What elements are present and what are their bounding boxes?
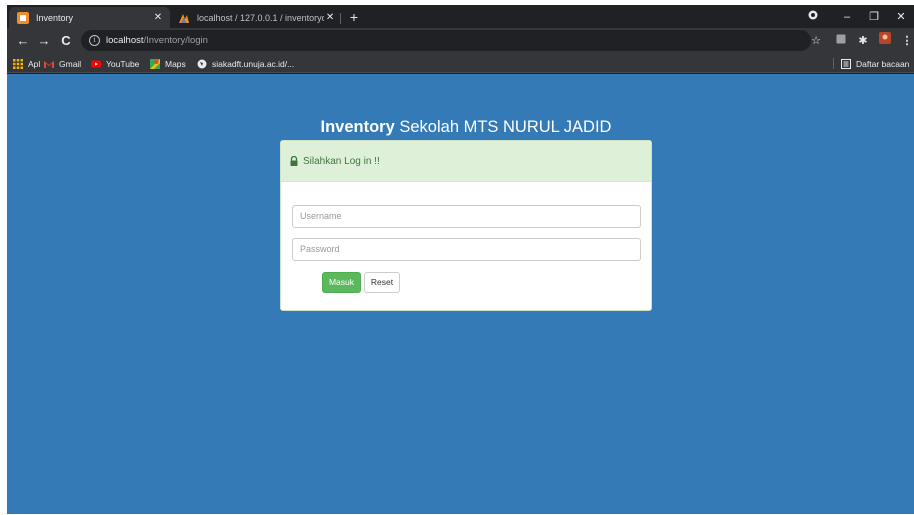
close-tab-icon[interactable]: ✕ [324,12,336,23]
url-host: localhost [106,35,144,46]
reset-button[interactable]: Reset [364,272,400,293]
reading-list-label: Daftar bacaan [856,58,910,69]
login-panel-title: Silahkan Log in !! [303,155,380,167]
phpmyadmin-favicon-icon [179,13,189,23]
tab-inventory[interactable]: Inventory ✕ [9,7,170,28]
browser-menu-icon[interactable]: ⋮ [897,31,914,51]
window-close-button[interactable]: ✕ [890,7,912,27]
gmail-icon [44,60,54,68]
bookmark-star-icon[interactable]: ☆ [806,31,826,51]
lock-icon [290,156,298,166]
apps-grid-icon [13,58,23,69]
minimize-button[interactable]: – [836,7,858,27]
forward-button[interactable]: → [34,31,54,51]
bookmark-maps[interactable]: Maps [150,56,186,71]
extension-square-icon [836,34,846,44]
bookmark-siakad[interactable]: siakadft.unuja.ac.id/... [197,56,294,71]
login-button[interactable]: Masuk [322,272,361,293]
reload-button[interactable]: C [56,31,76,51]
tab-title: Inventory [36,12,74,23]
extensions-puzzle-icon[interactable]: ✱ [853,31,873,51]
back-button[interactable]: ← [13,31,33,51]
bookmark-label: Gmail [59,58,82,69]
tab-strip: Inventory ✕ localhost / 127.0.0.1 / inve… [7,5,914,28]
bookmarks-divider [833,58,834,69]
close-tab-icon[interactable]: ✕ [152,12,164,23]
site-info-icon[interactable]: i [89,35,100,46]
page-title-bold: Inventory [320,118,395,136]
inventory-favicon-icon [17,11,29,24]
bookmark-youtube[interactable]: YouTube [91,56,139,71]
address-bar[interactable]: i localhost/Inventory/login [81,30,811,51]
tab-title: localhost / 127.0.0.1 / inventoryo [197,12,325,23]
extension-icon[interactable] [831,31,851,51]
youtube-icon [91,60,101,67]
new-tab-button[interactable]: + [344,7,364,27]
page-title-rest: Sekolah MTS NURUL JADID [394,118,612,136]
maps-icon [150,58,160,69]
profile-icon[interactable] [802,7,824,27]
bookmark-apps[interactable]: Apl [13,56,40,71]
bookmark-label: YouTube [106,58,140,69]
reading-list-icon [841,58,851,69]
page-title: Inventory Sekolah MTS NURUL JADID [280,118,652,137]
browser-window: Inventory ✕ localhost / 127.0.0.1 / inve… [7,5,914,514]
avatar-image-icon [879,32,891,44]
bookmark-label: Apl [28,58,41,69]
login-panel: Silahkan Log in !! Username Password Mas… [280,140,652,311]
username-input[interactable]: Username [292,205,641,228]
browser-toolbar: ← → C i localhost/Inventory/login ☆ ✱ ⋮ [7,28,914,54]
profile-circle-icon [808,10,818,20]
page-viewport: Inventory Sekolah MTS NURUL JADID Silahk… [7,74,914,514]
tab-divider [340,13,341,24]
bookmark-label: siakadft.unuja.ac.id/... [212,58,295,69]
bookmark-gmail[interactable]: Gmail [44,56,81,71]
login-panel-header: Silahkan Log in !! [281,141,651,182]
profile-avatar-icon[interactable] [875,31,895,51]
bookmark-label: Maps [165,58,186,69]
password-input[interactable]: Password [292,238,641,261]
restore-button[interactable]: ❐ [863,7,885,27]
tab-phpmyadmin[interactable]: localhost / 127.0.0.1 / inventoryo ✕ [172,7,342,28]
reading-list-button[interactable]: Daftar bacaan [841,56,909,71]
globe-icon [197,59,207,68]
bookmarks-bar: Apl Gmail YouTube Maps siakadft.unuja.ac… [7,54,914,73]
url-path: /Inventory/login [143,35,208,46]
